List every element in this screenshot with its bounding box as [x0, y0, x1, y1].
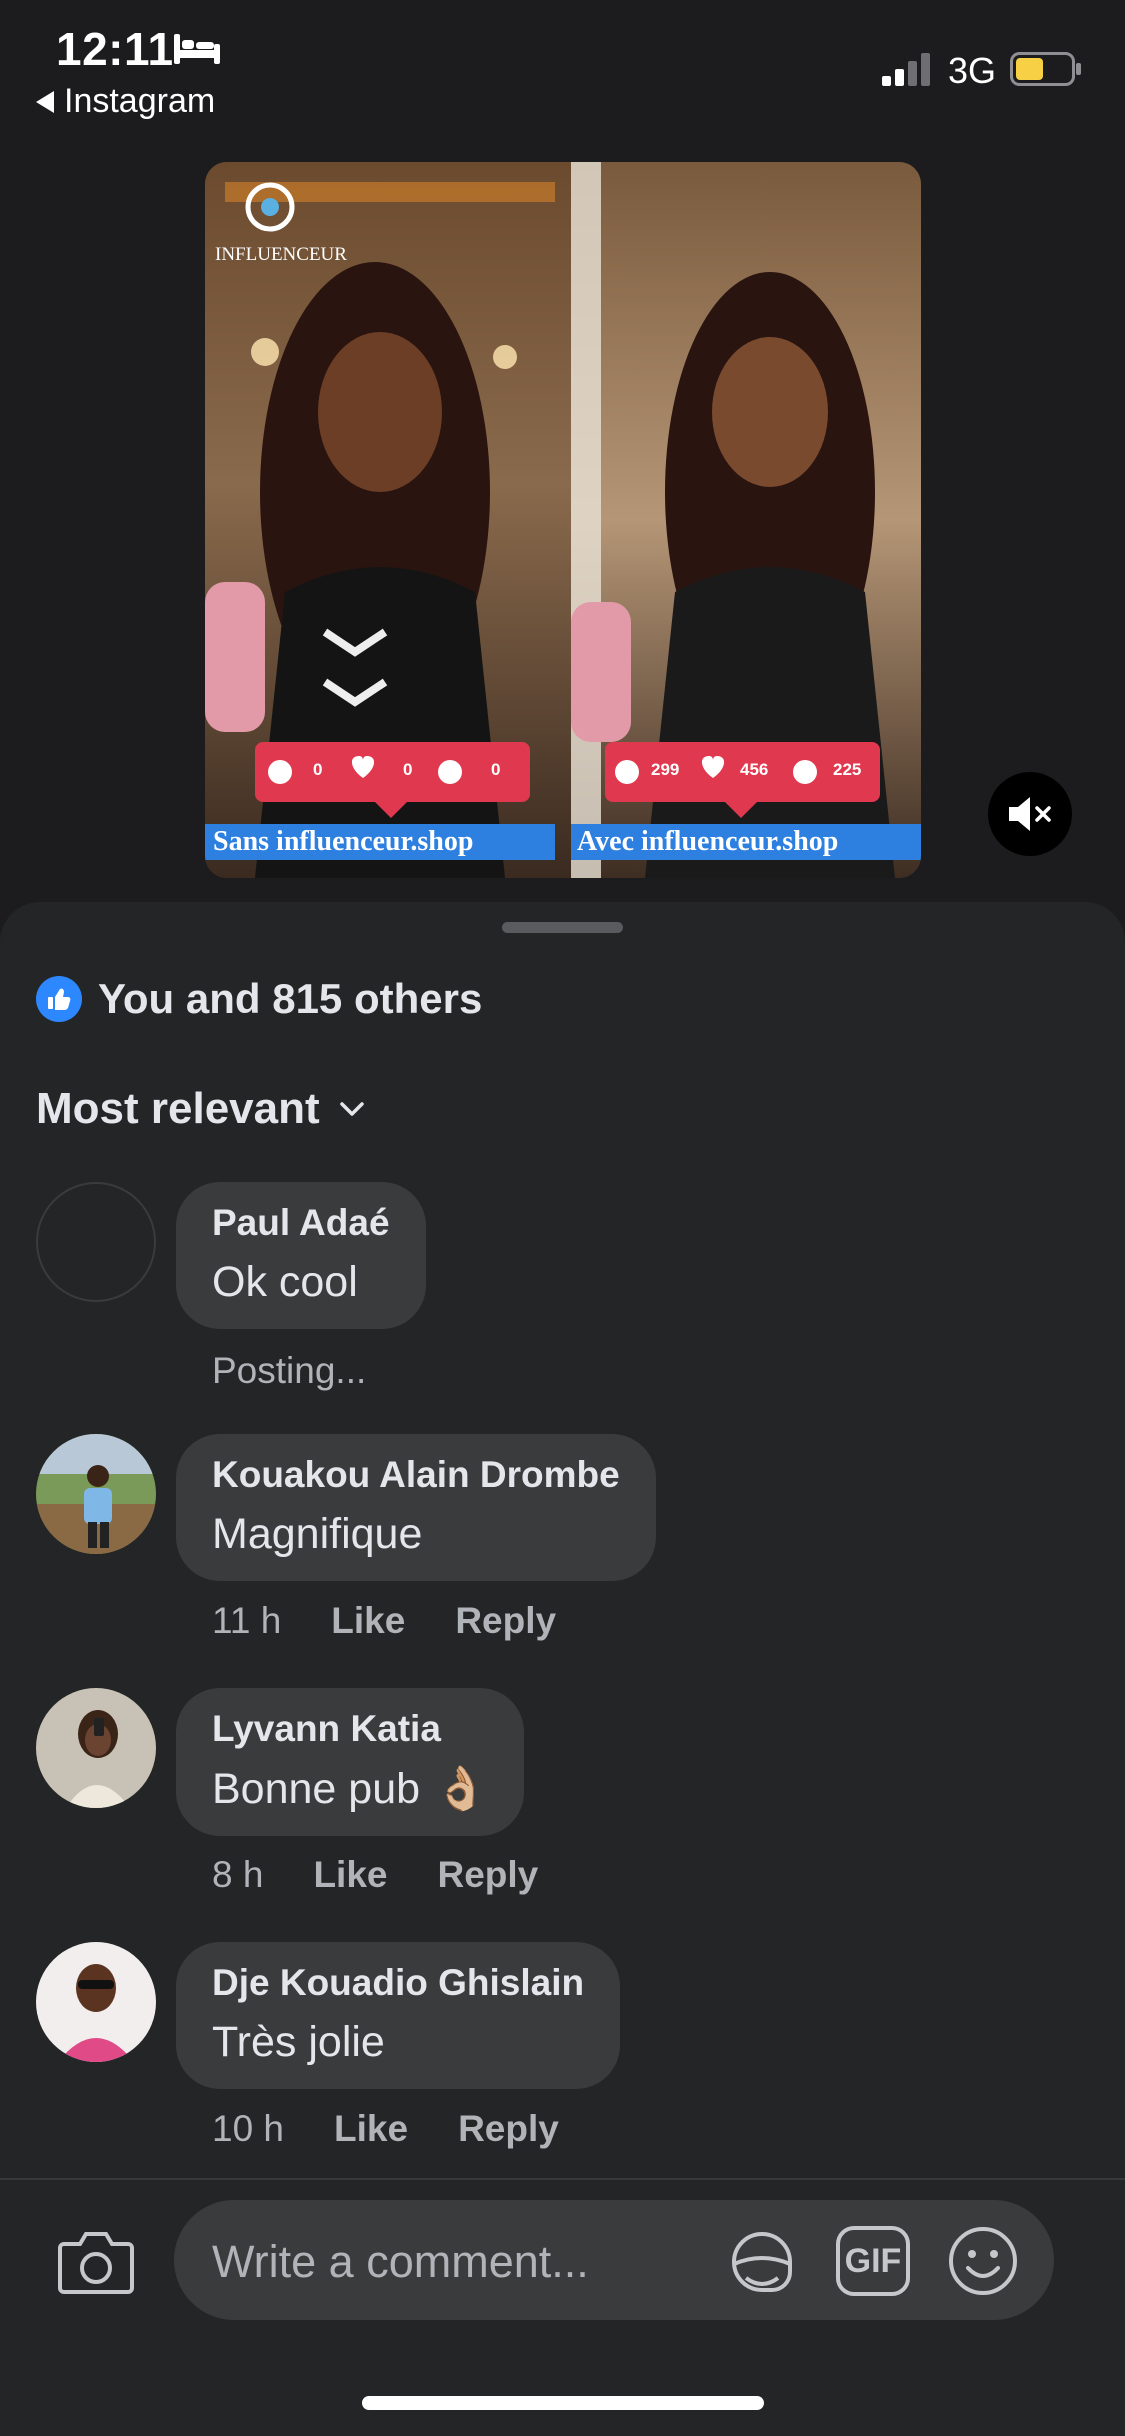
avatar[interactable]	[36, 1434, 156, 1554]
like-button[interactable]: Like	[331, 1600, 405, 1642]
reactions-text: You and 815 others	[98, 975, 483, 1022]
emoji-icon[interactable]	[946, 2224, 1020, 2298]
ok-hand-emoji: 👌🏼	[434, 1765, 488, 1813]
mute-button[interactable]	[988, 772, 1072, 856]
comment-input[interactable]: Write a comment... GIF	[174, 2200, 1054, 2320]
comment-author[interactable]: Dje Kouadio Ghislain	[212, 1962, 584, 2004]
gif-icon[interactable]: GIF	[836, 2226, 910, 2296]
comment-bubble[interactable]: Lyvann Katia Bonne pub 👌🏼	[176, 1688, 524, 1836]
post-media[interactable]: INFLUENCEUR 0 0 0 299 456 225 Sans influ…	[205, 162, 921, 878]
comment-bubble[interactable]: Dje Kouadio Ghislain Très jolie	[176, 1942, 621, 2089]
comment-author[interactable]: Lyvann Katia	[212, 1708, 488, 1750]
comment-time: 8 h	[212, 1854, 264, 1895]
comment-author[interactable]: Paul Adaé	[212, 1202, 390, 1244]
thumbs-up-icon	[36, 976, 82, 1022]
right-stat-0: 299	[651, 760, 680, 779]
comment-author[interactable]: Kouakou Alain Drombe	[212, 1454, 620, 1496]
brand-label: INFLUENCEUR	[215, 244, 347, 265]
left-stat-0: 0	[313, 760, 323, 779]
battery-icon	[1010, 52, 1081, 86]
comment-time: 11 h	[212, 1600, 282, 1641]
right-caption: Avec influenceur.shop	[577, 826, 839, 857]
drag-handle[interactable]	[502, 922, 623, 933]
comment-text-row: Bonne pub 👌🏼	[212, 1764, 488, 1814]
right-stat-1: 456	[740, 760, 769, 779]
status-bar: 12:11 Instagram 3G	[0, 0, 1125, 140]
reply-button[interactable]: Reply	[458, 2108, 559, 2150]
comment-input-placeholder: Write a comment...	[212, 2236, 589, 2287]
avatar[interactable]	[36, 1688, 156, 1808]
comment-actions: 10 h Like Reply	[212, 2108, 559, 2150]
back-arrow-icon	[36, 90, 54, 113]
comment-time: 10 h	[212, 2108, 285, 2149]
comment-text: Magnifique	[212, 1510, 423, 1558]
left-stat-2: 0	[491, 760, 501, 779]
sticker-icon[interactable]	[724, 2224, 800, 2300]
home-indicator[interactable]	[362, 2396, 764, 2410]
speaker-muted-icon	[1009, 797, 1051, 831]
network-type: 3G	[948, 50, 997, 91]
signal-icon	[882, 53, 930, 86]
back-to-app-link[interactable]: Instagram	[36, 82, 215, 121]
like-button[interactable]: Like	[334, 2108, 408, 2150]
camera-icon[interactable]	[56, 2226, 136, 2296]
like-button[interactable]: Like	[313, 1854, 387, 1896]
sort-label: Most relevant	[36, 1084, 320, 1133]
comment-bubble[interactable]: Kouakou Alain Drombe Magnifique	[176, 1434, 656, 1581]
comment-text: Très jolie	[212, 2018, 385, 2066]
reactions-summary[interactable]: You and 815 others	[36, 975, 482, 1023]
avatar[interactable]	[36, 1182, 156, 1302]
chevron-down-icon	[339, 1102, 364, 1116]
bed-icon	[174, 34, 220, 64]
back-app-label: Instagram	[64, 82, 216, 120]
sort-dropdown[interactable]: Most relevant	[36, 1084, 366, 1134]
comment-text: Bonne pub	[212, 1764, 421, 1813]
posting-status: Posting...	[212, 1350, 367, 1391]
status-time: 12:11	[56, 23, 174, 75]
reply-button[interactable]: Reply	[437, 1854, 538, 1896]
comment-bubble[interactable]: Paul Adaé Ok cool	[176, 1182, 426, 1329]
comment-actions: 8 h Like Reply	[212, 1854, 538, 1896]
left-stat-1: 0	[403, 760, 413, 779]
reply-button[interactable]: Reply	[455, 1600, 556, 1642]
comment-text: Ok cool	[212, 1258, 358, 1306]
right-stat-2: 225	[833, 760, 862, 779]
left-caption: Sans influenceur.shop	[213, 826, 474, 857]
avatar[interactable]	[36, 1942, 156, 2062]
comment-actions: 11 h Like Reply	[212, 1600, 556, 1642]
